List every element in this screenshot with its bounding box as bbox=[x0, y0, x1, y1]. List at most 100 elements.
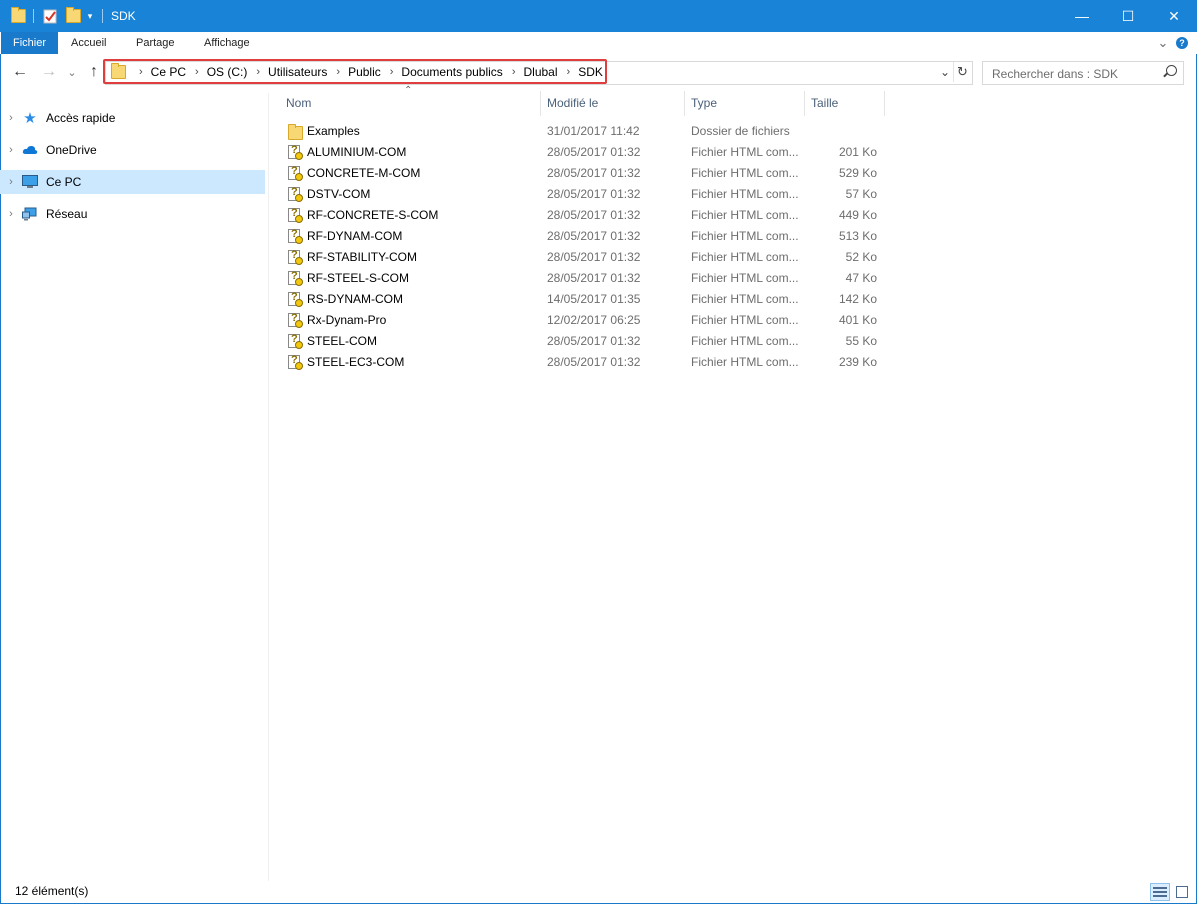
html-help-icon bbox=[288, 249, 303, 265]
html-help-icon bbox=[288, 144, 303, 160]
file-size: 401 Ko bbox=[838, 313, 877, 327]
file-name: ALUMINIUM-COM bbox=[307, 145, 407, 159]
expand-chevron-icon[interactable]: › bbox=[0, 112, 22, 124]
html-help-icon bbox=[288, 228, 303, 244]
customize-qat-icon[interactable]: ▾ bbox=[84, 0, 96, 32]
expand-chevron-icon[interactable]: › bbox=[0, 208, 22, 220]
file-row[interactable]: RF-STEEL-S-COM 28/05/2017 01:32 Fichier … bbox=[282, 268, 882, 289]
sidebar-item-reseau[interactable]: › Réseau bbox=[0, 202, 265, 226]
file-name: STEEL-COM bbox=[307, 334, 378, 348]
quick-access-separator bbox=[33, 9, 34, 23]
expand-ribbon-icon[interactable]: ⌄ bbox=[1155, 32, 1171, 54]
file-size bbox=[804, 121, 877, 142]
column-header-name[interactable]: Nom bbox=[280, 93, 540, 117]
file-modified: 28/05/2017 01:32 bbox=[547, 145, 641, 159]
help-icon[interactable]: ? bbox=[1174, 32, 1190, 54]
expand-chevron-icon[interactable]: › bbox=[0, 176, 22, 188]
tab-accueil[interactable]: Accueil bbox=[59, 32, 118, 54]
file-size: 449 Ko bbox=[838, 208, 877, 222]
file-name: STEEL-EC3-COM bbox=[307, 355, 405, 369]
sidebar-item-label: Accès rapide bbox=[46, 111, 116, 125]
file-type: Fichier HTML com... bbox=[691, 313, 799, 327]
file-name: RF-STEEL-S-COM bbox=[307, 271, 409, 285]
minimize-button[interactable]: — bbox=[1059, 0, 1105, 32]
file-name: DSTV-COM bbox=[307, 187, 371, 201]
address-dropdown-icon[interactable]: ⌄ bbox=[937, 62, 953, 82]
file-row-examples[interactable]: Examples 31/01/2017 11:42 Dossier de fic… bbox=[282, 121, 882, 142]
html-help-icon bbox=[288, 186, 303, 202]
properties-icon[interactable] bbox=[40, 0, 60, 32]
file-name: Rx-Dynam-Pro bbox=[307, 313, 387, 327]
file-type: Fichier HTML com... bbox=[691, 208, 799, 222]
file-type: Fichier HTML com... bbox=[691, 271, 799, 285]
sidebar-item-acces-rapide[interactable]: › ★ Accès rapide bbox=[0, 106, 265, 130]
file-row[interactable]: RF-CONCRETE-S-COM 28/05/2017 01:32 Fichi… bbox=[282, 205, 882, 226]
tab-affichage[interactable]: Affichage bbox=[192, 32, 262, 54]
large-icons-view-button[interactable] bbox=[1172, 883, 1192, 901]
file-type: Fichier HTML com... bbox=[691, 250, 799, 264]
html-help-icon bbox=[288, 165, 303, 181]
file-modified: 28/05/2017 01:32 bbox=[547, 250, 641, 264]
file-modified: 28/05/2017 01:32 bbox=[547, 334, 641, 348]
file-name: Examples bbox=[307, 124, 360, 138]
column-header-modified[interactable]: Modifié le bbox=[541, 93, 684, 117]
sidebar-item-ce-pc[interactable]: › Ce PC bbox=[0, 170, 265, 194]
window-title: SDK bbox=[111, 9, 136, 23]
maximize-button[interactable]: ☐ bbox=[1105, 0, 1151, 32]
file-row[interactable]: STEEL-EC3-COM 28/05/2017 01:32 Fichier H… bbox=[282, 352, 882, 373]
sidebar-item-onedrive[interactable]: › OneDrive bbox=[0, 138, 265, 162]
file-modified: 31/01/2017 11:42 bbox=[547, 124, 640, 138]
file-type: Fichier HTML com... bbox=[691, 187, 799, 201]
forward-button[interactable]: → bbox=[38, 59, 60, 85]
search-input[interactable] bbox=[990, 64, 1164, 83]
html-help-icon bbox=[288, 354, 303, 370]
file-type: Fichier HTML com... bbox=[691, 334, 799, 348]
recent-locations-button[interactable]: ⌄ bbox=[65, 59, 79, 85]
file-row[interactable]: RF-DYNAM-COM 28/05/2017 01:32 Fichier HT… bbox=[282, 226, 882, 247]
star-icon: ★ bbox=[23, 110, 37, 127]
file-modified: 28/05/2017 01:32 bbox=[547, 208, 641, 222]
file-row[interactable]: RS-DYNAM-COM 14/05/2017 01:35 Fichier HT… bbox=[282, 289, 882, 310]
file-name: RS-DYNAM-COM bbox=[307, 292, 403, 306]
up-button[interactable]: ↑ bbox=[84, 59, 104, 85]
file-size: 513 Ko bbox=[838, 229, 877, 243]
search-icon[interactable] bbox=[1166, 65, 1177, 76]
column-header-size[interactable]: Taille bbox=[805, 93, 884, 117]
expand-chevron-icon[interactable]: › bbox=[0, 144, 22, 156]
title-separator bbox=[102, 9, 103, 23]
file-size: 529 Ko bbox=[838, 166, 877, 180]
file-row[interactable]: ALUMINIUM-COM 28/05/2017 01:32 Fichier H… bbox=[282, 142, 882, 163]
html-help-icon bbox=[288, 333, 303, 349]
file-modified: 28/05/2017 01:32 bbox=[547, 187, 641, 201]
file-type: Fichier HTML com... bbox=[691, 166, 799, 180]
tab-fichier[interactable]: Fichier bbox=[1, 32, 59, 54]
file-row[interactable]: DSTV-COM 28/05/2017 01:32 Fichier HTML c… bbox=[282, 184, 882, 205]
title-bar: ▾ SDK — ☐ ✕ bbox=[0, 0, 1197, 32]
file-row[interactable]: Rx-Dynam-Pro 12/02/2017 06:25 Fichier HT… bbox=[282, 310, 882, 331]
details-view-icon bbox=[1153, 887, 1167, 897]
details-view-button[interactable] bbox=[1150, 883, 1170, 901]
file-size: 239 Ko bbox=[838, 355, 877, 369]
file-row[interactable]: STEEL-COM 28/05/2017 01:32 Fichier HTML … bbox=[282, 331, 882, 352]
file-row[interactable]: RF-STABILITY-COM 28/05/2017 01:32 Fichie… bbox=[282, 247, 882, 268]
close-button[interactable]: ✕ bbox=[1151, 0, 1197, 32]
navigation-pane: › ★ Accès rapide › OneDrive › Ce PC › Ré… bbox=[0, 93, 268, 881]
refresh-icon[interactable]: ↻ bbox=[953, 62, 971, 82]
search-box[interactable] bbox=[982, 61, 1184, 85]
file-type: Fichier HTML com... bbox=[691, 145, 799, 159]
new-folder-icon[interactable] bbox=[63, 0, 83, 32]
tab-partage[interactable]: Partage bbox=[124, 32, 187, 54]
help-glyph: ? bbox=[1176, 37, 1188, 49]
column-divider[interactable] bbox=[884, 91, 885, 116]
sidebar-item-label: OneDrive bbox=[46, 143, 97, 157]
sidebar-item-label: Ce PC bbox=[46, 175, 82, 189]
folder-icon bbox=[288, 124, 303, 141]
cloud-icon bbox=[22, 142, 38, 158]
pane-divider[interactable] bbox=[268, 93, 269, 881]
back-button[interactable]: ← bbox=[9, 59, 31, 85]
file-modified: 28/05/2017 01:32 bbox=[547, 166, 641, 180]
file-row[interactable]: CONCRETE-M-COM 28/05/2017 01:32 Fichier … bbox=[282, 163, 882, 184]
file-size: 57 Ko bbox=[845, 187, 877, 201]
file-modified: 28/05/2017 01:32 bbox=[547, 271, 641, 285]
column-header-type[interactable]: Type bbox=[685, 93, 804, 117]
